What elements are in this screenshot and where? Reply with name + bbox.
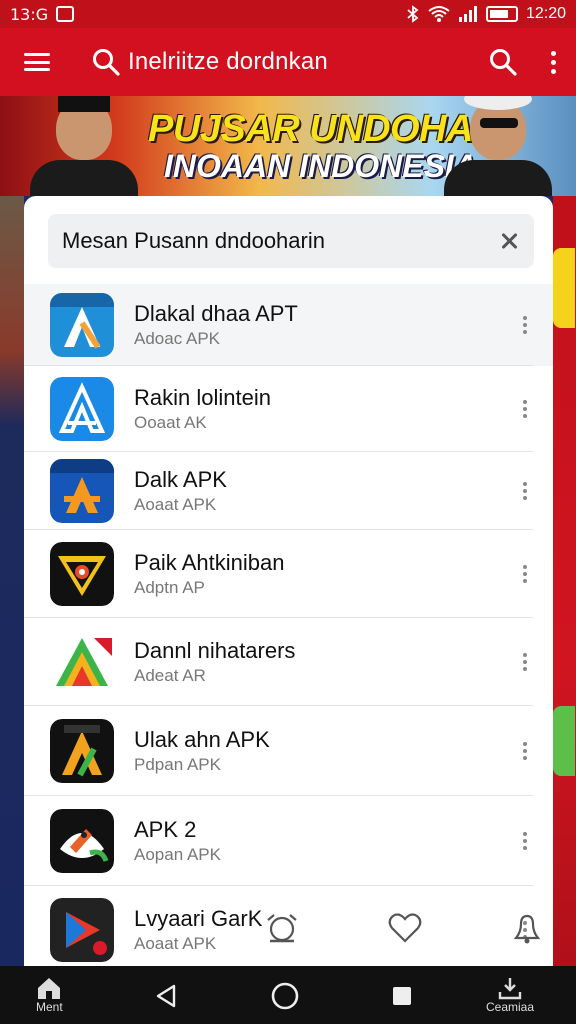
app-name: Dannl nihatarers [134,638,296,663]
list-item[interactable]: Dannl nihatarers Adeat AR [24,618,553,706]
more-options-icon[interactable] [523,565,527,583]
list-item[interactable]: APK 2 Aopan APK [24,796,553,886]
triangle-eye-icon [50,542,114,606]
app-name: Ulak ahn APK [134,727,270,752]
app-name: APK 2 [134,817,197,842]
app-name: Rakin lolintein [134,385,271,410]
heart-icon[interactable] [388,913,422,943]
recents-icon[interactable] [392,986,412,1006]
app-title: Inelriitze dordnkan [128,48,328,75]
status-time: 13:G [10,4,49,24]
banner-subtitle: INOAAN INDONESIA [164,148,477,184]
signal-icon [458,6,477,22]
play-icon [50,898,114,962]
status-clock: 12:20 [525,5,566,22]
clear-icon[interactable] [498,230,520,252]
nav-home-label: Ment [36,1000,63,1014]
home-button-icon[interactable] [270,981,300,1011]
nav-right-item[interactable]: Ceamiaa [486,976,534,1014]
status-icons: 12:20 [406,5,566,23]
app-subtitle: Adeat AR [134,666,206,685]
outline-a-icon [50,377,114,441]
nav-home-item[interactable]: Ment [36,976,63,1014]
nav-right-label: Ceamiaa [486,1000,535,1014]
list-item[interactable]: Dlakal dhaa APT Adoac APK [24,284,553,366]
list-item[interactable]: Rakin lolintein Ooaat AK [24,366,553,452]
battery-icon [485,6,518,22]
app-name: Dalk APK [134,467,227,492]
search-results-card: Dlakal dhaa APT Adoac APK Rakin lolintei… [24,196,553,966]
app-subtitle: Aopan APK [134,845,221,864]
app-name: Paik Ahtkiniban [134,550,285,575]
home-icon [38,978,61,999]
rainbow-a-icon [50,630,114,694]
blue-a-icon [50,293,114,357]
background-right [553,196,576,966]
system-nav-bar: Ment Ceamiaa [0,966,576,1024]
app-subtitle: Adoac APK [134,329,221,348]
background-left [0,196,24,966]
list-item[interactable]: Paik Ahtkiniban Adptn AP [24,530,553,618]
app-list: Dlakal dhaa APT Adoac APK Rakin lolintei… [24,284,553,966]
more-options-icon[interactable] [523,482,527,500]
person-image-left [30,96,138,196]
more-options-icon[interactable] [523,400,527,418]
list-item[interactable]: Ulak ahn APK Pdpan APK [24,706,553,796]
more-options-icon[interactable] [523,316,527,334]
app-subtitle: Pdpan APK [134,755,221,774]
app-subtitle: Ooaat AK [134,413,207,432]
dark-a-icon [50,719,114,783]
menu-icon[interactable] [24,53,50,71]
overflow-menu-icon[interactable] [551,50,556,74]
more-options-icon[interactable] [523,742,527,760]
search-icon [93,49,120,76]
notification-icon [56,6,75,22]
more-options-icon[interactable] [523,832,527,850]
promo-banner[interactable]: PUJSAR UNDOHAIN INOAAN INDONESIA [0,96,576,196]
more-options-icon[interactable] [523,653,527,671]
person-image-right [444,96,552,196]
app-subtitle: Aoaat APK [134,934,217,953]
wifi-icon [428,6,450,22]
rocket-icon [50,809,114,873]
notification-bell-icon[interactable] [510,912,544,944]
banner-title: PUJSAR UNDOHAIN [148,108,510,150]
status-bar: 13:G 12:20 [0,0,576,28]
search-field[interactable] [48,214,534,268]
card-actions [264,908,544,948]
search-button-icon[interactable] [489,48,517,76]
app-subtitle: Aoaat APK [134,495,217,514]
alarm-icon[interactable] [264,911,300,945]
bluetooth-icon [407,5,419,23]
app-name: Lvyaari GarK [134,906,263,931]
orange-a-icon [50,459,114,523]
app-subtitle: Adptn AP [134,578,205,597]
search-input[interactable] [62,228,498,254]
list-item[interactable]: Dalk APK Aoaat APK [24,452,553,530]
download-icon [498,978,522,1000]
app-bar: Inelriitze dordnkan [0,28,576,96]
back-icon[interactable] [154,983,178,1009]
app-name: Dlakal dhaa APT [134,301,298,326]
